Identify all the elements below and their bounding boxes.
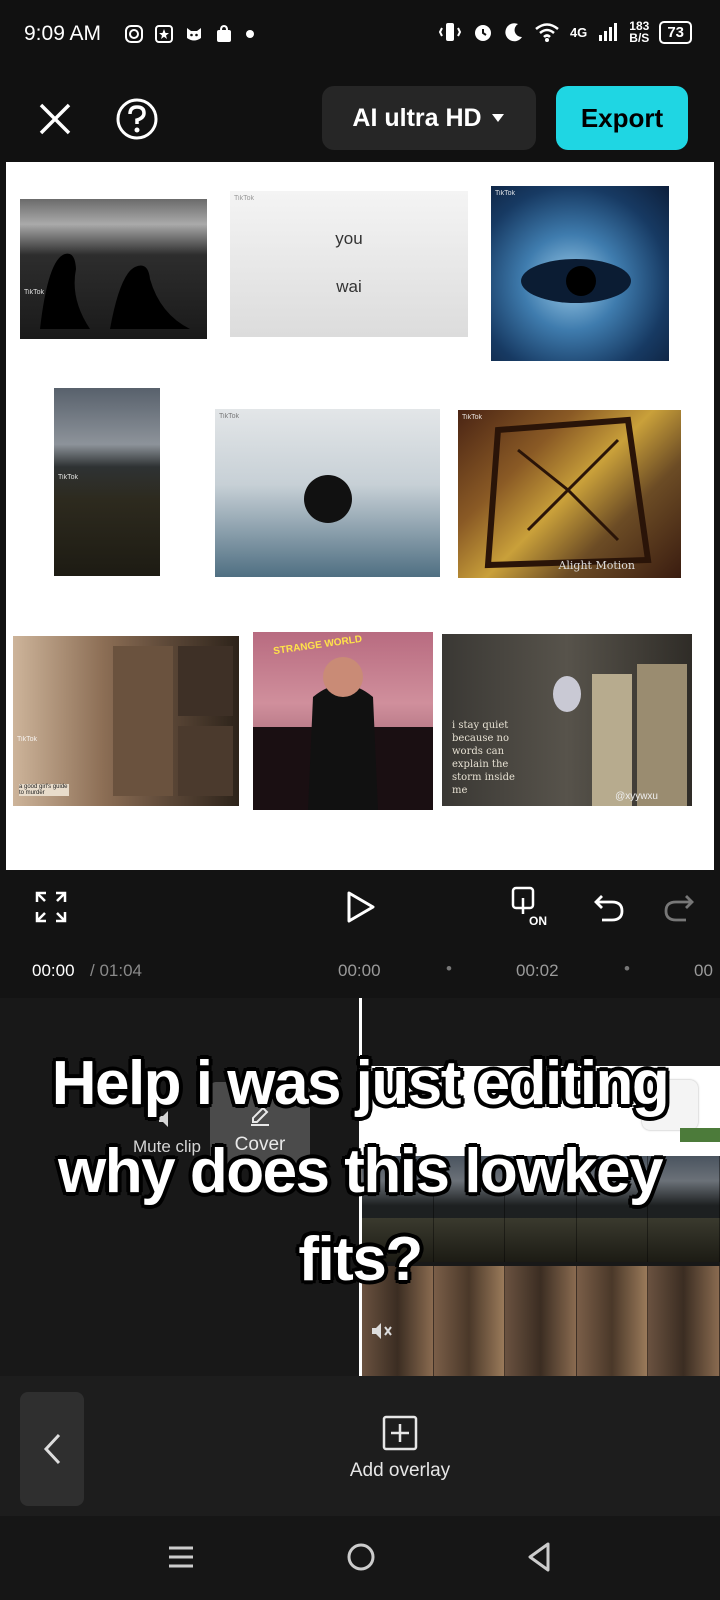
ruler-tick-2: 00:02 bbox=[516, 961, 559, 980]
signal-network-label: 4G bbox=[569, 24, 588, 40]
bottom-toolbar: Add overlay bbox=[0, 1376, 720, 1516]
watermark-handle: @xyywxu bbox=[615, 791, 658, 802]
quality-label: AI ultra HD bbox=[352, 103, 482, 132]
quality-dropdown[interactable]: AI ultra HD bbox=[322, 86, 536, 150]
ruler-tick-4: 00 bbox=[694, 961, 713, 980]
thumb-blue-eye: TikTok bbox=[491, 186, 669, 361]
alarm-icon bbox=[474, 25, 491, 41]
dot-icon bbox=[246, 30, 254, 38]
thumb-stained-glass: TikTok Alight Motion bbox=[458, 410, 681, 578]
redo-button[interactable] bbox=[656, 884, 702, 930]
playback-controls: ON bbox=[0, 870, 720, 946]
chevron-left-icon bbox=[43, 1433, 61, 1465]
caret-down-icon bbox=[491, 114, 504, 122]
tiktok-mark: TikTok bbox=[462, 414, 482, 421]
export-button[interactable]: Export bbox=[556, 86, 688, 150]
ruler-tick-0: 00:00 bbox=[338, 961, 381, 980]
undo-button[interactable] bbox=[586, 884, 632, 930]
caption-line-2: why does this lowkey bbox=[58, 1137, 663, 1206]
network-speed-unit: B/S bbox=[629, 31, 650, 45]
notification-icons bbox=[124, 24, 256, 44]
thumb-book-shelf: i stay quiet because no words can explai… bbox=[442, 634, 692, 806]
shopping-bag-icon bbox=[217, 24, 231, 42]
help-button[interactable] bbox=[110, 92, 164, 146]
wifi-icon bbox=[535, 23, 559, 42]
ruler-dot: • bbox=[446, 959, 452, 978]
battery-indicator: 73 bbox=[659, 20, 692, 44]
tiktok-mark: TikTok bbox=[234, 195, 254, 202]
recent-apps-button[interactable] bbox=[158, 1534, 204, 1580]
redo-icon bbox=[664, 895, 694, 922]
vibrate-icon bbox=[438, 23, 462, 41]
undo-icon bbox=[594, 895, 624, 922]
help-icon bbox=[116, 98, 158, 140]
system-icons: 4G 183 B/S 73 bbox=[438, 20, 692, 44]
fullscreen-icon bbox=[35, 891, 67, 923]
collapse-back-button[interactable] bbox=[20, 1392, 84, 1506]
thumb-bookstore: TikTok a good girl's guide to murder bbox=[13, 636, 239, 806]
muted-audio-icon bbox=[372, 1323, 392, 1339]
system-navigation-bar bbox=[0, 1516, 720, 1600]
thumb-strange-world: STRANGE WORLD bbox=[253, 632, 433, 810]
caption-line-1: Help i was just editing bbox=[51, 1049, 670, 1118]
add-overlay-button[interactable]: Add overlay bbox=[320, 1414, 480, 1482]
fullscreen-button[interactable] bbox=[28, 884, 74, 930]
home-button[interactable] bbox=[338, 1534, 384, 1580]
total-time: / 01:04 bbox=[90, 961, 142, 980]
star-app-icon bbox=[155, 25, 173, 43]
thumb-black-sphere: TikTok bbox=[215, 409, 440, 577]
back-triangle-icon bbox=[528, 1542, 550, 1572]
book-caption: a good girl's guide to murder bbox=[19, 784, 69, 796]
thumb-silhouettes: TikTok bbox=[20, 199, 207, 339]
home-circle-icon bbox=[347, 1543, 375, 1571]
signal-icon bbox=[599, 23, 618, 41]
caption-overlay: Help i was just editing why does this lo… bbox=[0, 1040, 720, 1304]
current-time: 00:00 bbox=[32, 961, 75, 980]
cat-app-icon bbox=[187, 28, 201, 41]
tile-text-wai: wai bbox=[336, 277, 362, 296]
caption-line-3: fits? bbox=[298, 1225, 423, 1294]
quote-text: i stay quiet because no words can explai… bbox=[452, 720, 515, 796]
tiktok-mark: TikTok bbox=[495, 190, 515, 197]
tiktok-mark: TikTok bbox=[17, 736, 37, 743]
thumb-field-sky: TikTok bbox=[54, 388, 160, 576]
editor-top-bar: AI ultra HD Export bbox=[0, 72, 720, 162]
status-time: 9:09 AM bbox=[24, 22, 102, 45]
tiktok-mark: TikTok bbox=[58, 474, 78, 481]
play-button[interactable] bbox=[338, 884, 384, 930]
alight-motion-watermark: Alight Motion bbox=[558, 559, 635, 572]
system-back-button[interactable] bbox=[516, 1534, 562, 1580]
video-preview[interactable]: TikTok TikTok you wai TikTok TikTok TikT… bbox=[6, 162, 714, 870]
status-bar: 9:09 AM 4G 183 B/S 73 bbox=[0, 0, 720, 72]
add-box-icon bbox=[382, 1415, 418, 1451]
play-icon bbox=[347, 891, 375, 923]
svg-text:ON: ON bbox=[529, 914, 547, 928]
close-icon bbox=[39, 103, 71, 135]
instagram-icon bbox=[125, 25, 143, 43]
moon-icon bbox=[505, 23, 522, 42]
ruler-dot: • bbox=[624, 959, 630, 978]
tiktok-mark: TikTok bbox=[219, 413, 239, 420]
thumb-you-wai: TikTok you wai bbox=[230, 191, 468, 337]
tile-text-you: you bbox=[335, 229, 363, 248]
tiktok-mark: TikTok bbox=[24, 289, 44, 296]
keyframe-on-icon: ON bbox=[511, 886, 547, 928]
keyframe-toggle-button[interactable]: ON bbox=[506, 880, 558, 932]
menu-lines-icon bbox=[169, 1546, 193, 1568]
close-button[interactable] bbox=[30, 94, 80, 144]
time-ruler: 00:00 / 01:04 00:00 • 00:02 • 00 bbox=[0, 946, 720, 998]
